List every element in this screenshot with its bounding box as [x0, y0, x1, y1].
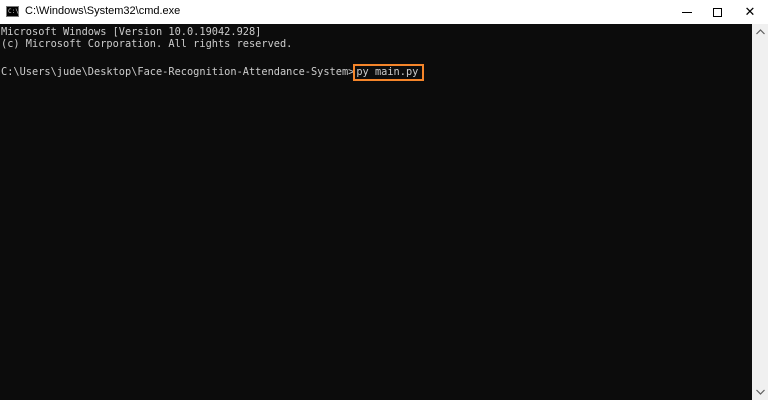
close-button[interactable]: ✕: [733, 0, 767, 24]
vertical-scrollbar[interactable]: [752, 24, 768, 400]
scroll-down-arrow-icon: [755, 389, 765, 395]
scroll-up-arrow-icon: [755, 29, 765, 35]
console-line-copyright: (c) Microsoft Corporation. All rights re…: [1, 38, 293, 50]
title-bar[interactable]: C:\ C:\Windows\System32\cmd.exe ✕: [0, 0, 768, 24]
command-prompt-line: C:\Users\jude\Desktop\Face-Recognition-A…: [1, 64, 425, 81]
prompt-path: C:\Users\jude\Desktop\Face-Recognition-A…: [1, 66, 355, 78]
close-icon: ✕: [744, 4, 756, 19]
typed-command[interactable]: py main.py: [353, 64, 425, 81]
scroll-up-button[interactable]: [752, 24, 768, 40]
window-title: C:\Windows\System32\cmd.exe: [25, 5, 181, 17]
minimize-icon: [682, 11, 692, 13]
minimize-button[interactable]: [670, 0, 704, 24]
maximize-icon: [712, 7, 722, 17]
console-output[interactable]: Microsoft Windows [Version 10.0.19042.92…: [0, 24, 752, 400]
cmd-icon[interactable]: C:\: [6, 6, 19, 17]
scroll-down-button[interactable]: [752, 384, 768, 400]
maximize-button[interactable]: [700, 0, 734, 24]
cmd-window: C:\ C:\Windows\System32\cmd.exe ✕ Micros…: [0, 0, 768, 400]
